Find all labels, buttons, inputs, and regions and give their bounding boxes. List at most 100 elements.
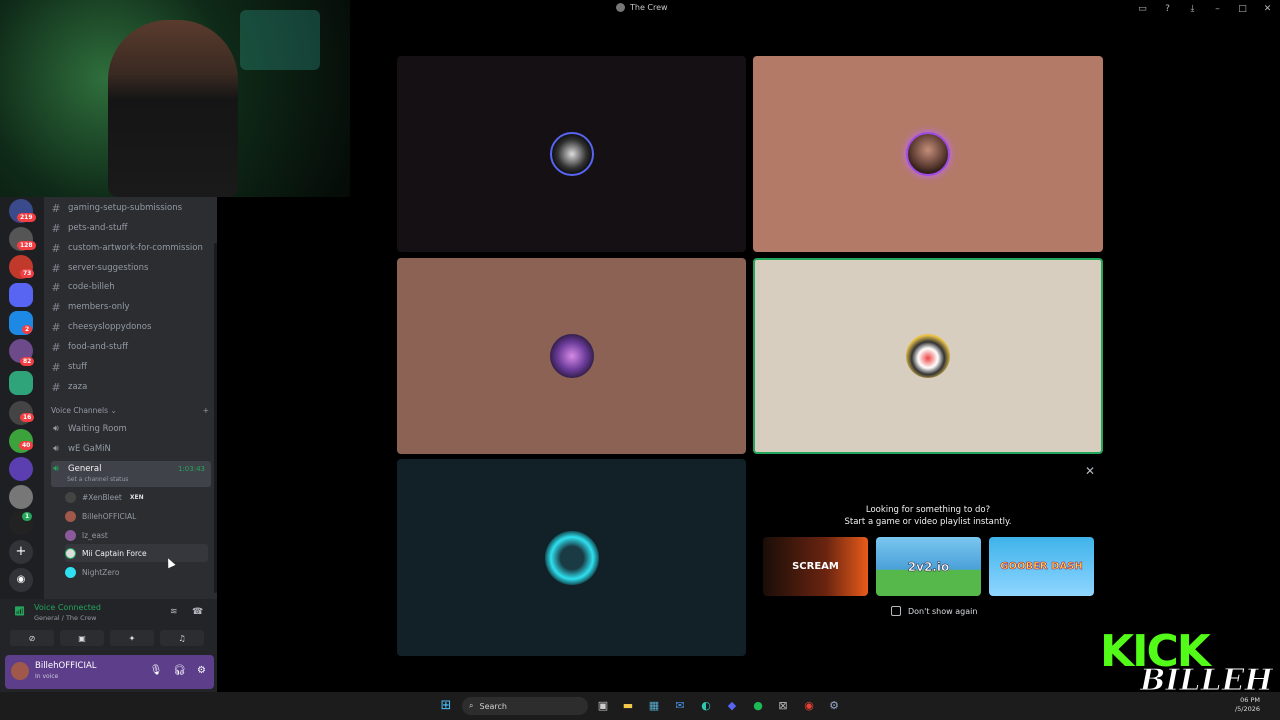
server-icon[interactable]: [9, 283, 33, 307]
windows-start-icon[interactable]: ⊞: [438, 698, 454, 714]
voice-member[interactable]: Mii Captain Force: [65, 544, 208, 562]
inbox-icon[interactable]: ▭: [1130, 4, 1155, 14]
participant-tile[interactable]: [753, 56, 1103, 252]
call-timer: 1:03:43: [178, 465, 205, 473]
server-badge: 16: [20, 413, 35, 422]
participant-avatar: [906, 132, 950, 176]
channel-list: # gaming-setup-submissions # pets-and-stuf…: [44, 197, 217, 599]
member-name: Mii Captain Force: [82, 548, 147, 558]
help-icon[interactable]: ?: [1155, 4, 1180, 14]
voice-member[interactable]: BillehOFFICIAL: [65, 507, 208, 525]
voice-channel[interactable]: 🔊︎ Waiting Room: [51, 420, 211, 438]
voice-channel[interactable]: 🔊︎ wE GaMiN: [51, 440, 211, 458]
voice-member[interactable]: lz_east: [65, 526, 208, 544]
server-badge: 40: [19, 441, 34, 450]
avatar[interactable]: [11, 662, 29, 680]
avatar: [65, 529, 76, 541]
voice-channel-active[interactable]: 🔊︎ General 1:03:43 Set a channel status: [51, 461, 211, 487]
maximize-icon[interactable]: □: [1230, 4, 1255, 14]
activities-icon: ✦: [128, 633, 136, 643]
voice-location[interactable]: General / The Crew: [34, 614, 96, 622]
text-channel[interactable]: # gaming-setup-submissions: [51, 199, 211, 217]
participant-tile-speaking[interactable]: [753, 258, 1103, 454]
app-icon[interactable]: ⊠: [775, 698, 791, 714]
voice-status: Voice Connected: [34, 603, 101, 612]
text-channel[interactable]: # zaza: [51, 378, 211, 396]
voice-member[interactable]: #XenBleet XEN: [65, 488, 208, 506]
outlook-icon[interactable]: ✉: [672, 698, 688, 714]
chevron-down-icon: ⌄: [110, 406, 117, 415]
system-clock[interactable]: 06 PM /5/2026: [1235, 696, 1260, 714]
text-channel[interactable]: # cheesysloppydonos: [51, 318, 211, 336]
voice-channels-header[interactable]: Voice Channels ⌄ +: [51, 406, 209, 415]
text-channel[interactable]: # stuff: [51, 358, 211, 376]
channel-scrollbar[interactable]: [214, 243, 217, 593]
close-icon[interactable]: ✕: [1085, 464, 1095, 478]
edge-icon[interactable]: ◐: [698, 698, 714, 714]
screen-share-icon: ▣: [78, 633, 86, 643]
minimize-icon[interactable]: –: [1205, 4, 1230, 14]
text-channel[interactable]: # custom-artwork-for-commission: [51, 239, 211, 257]
text-channel[interactable]: # code-billeh: [51, 278, 211, 296]
server-icon[interactable]: [9, 485, 33, 509]
hash-icon: #: [51, 241, 61, 255]
game-card-goober-dash[interactable]: GOOBER DASH: [989, 537, 1094, 596]
participant-tile[interactable]: [397, 459, 746, 656]
server-icon[interactable]: [9, 371, 33, 395]
add-server-icon[interactable]: +: [9, 540, 33, 564]
chrome-icon[interactable]: ◉: [801, 698, 817, 714]
game-card-2v2[interactable]: 2v2.io: [876, 537, 981, 596]
server-badge: 1: [22, 512, 33, 521]
text-channel[interactable]: # server-suggestions: [51, 259, 211, 277]
dont-show-again[interactable]: Don't show again: [891, 606, 977, 616]
camera-off-icon: ⊘: [28, 633, 36, 643]
webcam-background-light: [240, 10, 320, 70]
soundboard-button[interactable]: ♫: [160, 630, 204, 646]
user-name[interactable]: BillehOFFICIAL: [35, 661, 97, 671]
text-channel[interactable]: # food-and-stuff: [51, 338, 211, 356]
headphones-icon[interactable]: 🎧︎: [173, 665, 186, 676]
voice-member[interactable]: NightZero: [65, 563, 208, 581]
game-card-scream[interactable]: SCREAM: [763, 537, 868, 596]
microphone-icon[interactable]: 🎙︎: [150, 665, 163, 676]
participant-tile[interactable]: [397, 258, 746, 454]
file-explorer-icon[interactable]: ▬: [620, 698, 636, 714]
camera-button[interactable]: ⊘: [10, 630, 54, 646]
spotify-icon[interactable]: ●: [750, 698, 766, 714]
participant-tile[interactable]: [397, 56, 746, 252]
screen-share-button[interactable]: ▣: [60, 630, 104, 646]
discover-icon[interactable]: ◉: [9, 568, 33, 592]
task-view-icon[interactable]: ▣: [595, 698, 611, 714]
hash-icon: #: [51, 300, 61, 314]
server-icon[interactable]: [9, 457, 33, 481]
noise-suppression-icon[interactable]: ≋: [170, 607, 178, 617]
webcam-person: [108, 20, 238, 197]
hash-icon: #: [51, 201, 61, 215]
hash-icon: #: [51, 340, 61, 354]
discord-icon[interactable]: ◆: [724, 698, 740, 714]
avatar: [65, 566, 76, 578]
channel-status[interactable]: Set a channel status: [67, 476, 128, 483]
speaker-icon: 🔊︎: [53, 444, 59, 454]
signal-icon: 📶︎: [14, 607, 26, 617]
text-channel[interactable]: # pets-and-stuff: [51, 219, 211, 237]
voice-action-buttons: ⊘ ▣ ✦ ♫: [10, 630, 204, 646]
close-icon[interactable]: ✕: [1255, 4, 1280, 14]
text-channel[interactable]: # members-only: [51, 298, 211, 316]
dont-show-checkbox[interactable]: [891, 606, 901, 616]
channel-name: food-and-stuff: [68, 342, 128, 352]
guild-tag: XEN: [129, 493, 144, 501]
window-title: The Crew: [616, 3, 668, 12]
taskbar-search[interactable]: ⌕ Search: [462, 697, 588, 715]
gear-icon[interactable]: ⚙: [197, 665, 206, 676]
activities-button[interactable]: ✦: [110, 630, 154, 646]
store-icon[interactable]: ▦: [646, 698, 662, 714]
download-icon[interactable]: ⤓: [1180, 4, 1205, 14]
server-badge: 73: [20, 269, 35, 278]
user-panel: BillehOFFICIAL In voice 🎙︎ 🎧︎ ⚙: [5, 655, 214, 689]
member-name: BillehOFFICIAL: [82, 511, 137, 521]
disconnect-icon[interactable]: ☎: [192, 607, 203, 617]
user-status: In voice: [35, 673, 59, 680]
steam-icon[interactable]: ⚙: [826, 698, 842, 714]
add-channel-icon[interactable]: +: [203, 406, 209, 415]
